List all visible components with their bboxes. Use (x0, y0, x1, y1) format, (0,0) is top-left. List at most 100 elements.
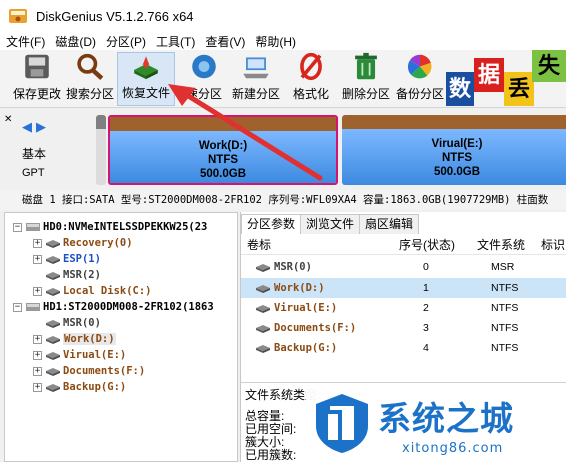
partition-icon (46, 368, 60, 376)
close-icon[interactable]: ✕ (4, 114, 12, 125)
promo-banner[interactable]: 数 据 丢 失 (446, 50, 566, 108)
expand-icon[interactable]: + (33, 286, 42, 296)
expand-icon[interactable]: + (33, 350, 42, 360)
partition-icon (46, 256, 60, 264)
promo-tile: 数 (446, 72, 474, 106)
tree-partition-node[interactable]: + Backup(G:) (33, 379, 126, 395)
table-row[interactable]: Documents(F:) 3 NTFS (241, 318, 566, 338)
menu-item[interactable]: 查看(V) (200, 33, 250, 50)
expand-icon[interactable]: + (33, 254, 42, 264)
save-changes-button[interactable]: 保存更改 (8, 52, 66, 106)
table-row[interactable]: Backup(G:) 4 NTFS (241, 338, 566, 358)
tree-node-label: HD0:NVMeINTELSSDPEKKW25(23 (43, 221, 208, 233)
partition-icon (46, 384, 60, 392)
delete-partition-button[interactable]: 删除分区 (337, 52, 395, 106)
partition-fs-cell: NTFS (491, 282, 519, 294)
collapse-icon[interactable]: − (13, 302, 22, 312)
partition-icon (46, 336, 60, 344)
used-clusters-label: 已用簇数: (245, 448, 297, 462)
table-row[interactable]: MSR(0) 0 MSR (241, 257, 566, 277)
hard-disk-icon (26, 303, 40, 311)
tree-partition-node[interactable]: + Work(D:) (33, 331, 116, 347)
disk-style-label: GPT (22, 167, 45, 179)
partition-block-virual[interactable]: Virual(E:) NTFS 500.0GB (342, 115, 566, 185)
tree-partition-node[interactable]: + Virual(E:) (33, 347, 126, 363)
column-header[interactable]: 文件系统 (477, 235, 525, 255)
expand-icon[interactable]: + (33, 366, 42, 376)
search-partition-button[interactable]: 搜索分区 (61, 52, 119, 106)
backup-partition-button[interactable]: 备份分区 (391, 52, 449, 106)
title-bar: DiskGenius V5.1.2.766 x64 (0, 0, 566, 32)
partition-fs-cell: NTFS (491, 342, 519, 354)
tab[interactable]: 分区参数 (241, 214, 302, 234)
partition-index-cell: 3 (423, 322, 429, 334)
disk-info: 磁盘 1 接口:SATA 型号:ST2000DM008-2FR102 序列号:W… (0, 190, 566, 210)
tree-partition-node[interactable]: + Local Disk(C:) (33, 283, 152, 299)
menu-item[interactable]: 磁盘(D) (50, 33, 101, 50)
partition-icon (46, 288, 60, 296)
tree-node-label: Local Disk(C:) (63, 285, 152, 297)
tree-disk-node[interactable]: − HD0:NVMeINTELSSDPEKKW25(23 (13, 219, 207, 235)
tree-partition-node[interactable]: +MSR(0) (33, 315, 101, 331)
partition-icon (46, 352, 60, 360)
promo-tile: 据 (474, 58, 504, 92)
watermark-url: xitong86.com (402, 441, 504, 456)
partition-label: Documents(F:) (274, 322, 357, 334)
partition-label: Work(D:) (274, 282, 325, 294)
backup-partition-icon (407, 54, 432, 79)
partition-block-msr[interactable] (96, 115, 106, 185)
tree-partition-node[interactable]: +MSR(2) (33, 267, 101, 283)
search-partition-icon (77, 53, 104, 80)
format-icon (300, 52, 322, 81)
delete-partition-icon (355, 52, 377, 80)
disk-tree: − HD0:NVMeINTELSSDPEKKW25(23 + Recovery(0) +… (4, 212, 238, 462)
partition-icon (46, 272, 60, 280)
disk-nav: ✕ ◀ ▶ 基本 GPT (0, 109, 100, 190)
partition-size: 500.0GB (433, 166, 481, 178)
expand-icon[interactable]: + (33, 382, 42, 392)
column-header[interactable]: 标识 (541, 235, 565, 255)
diskgenius-logo-icon (9, 9, 27, 23)
prev-disk-icon[interactable]: ◀ (22, 119, 32, 135)
menu-item[interactable]: 工具(T) (151, 33, 200, 50)
annotation-arrow-icon (168, 84, 323, 181)
tree-partition-node[interactable]: + Documents(F:) (33, 363, 145, 379)
partition-fs-cell: NTFS (491, 302, 519, 314)
promo-tile: 失 (532, 50, 566, 82)
partition-label: MSR(0) (274, 261, 312, 273)
table-row[interactable]: Work(D:) 1 NTFS (241, 278, 566, 298)
partition-icon (46, 240, 60, 248)
quick-partition-icon (192, 54, 216, 79)
detail-tabs: 分区参数 浏览文件 扇区编辑 (241, 214, 420, 234)
expand-icon[interactable]: + (33, 334, 42, 344)
column-header[interactable]: 卷标 (247, 235, 271, 255)
partition-fs: NTFS (441, 152, 473, 164)
partition-index-cell: 0 (423, 261, 429, 273)
partition-fs-cell: MSR (491, 261, 515, 273)
collapse-icon[interactable]: − (13, 222, 22, 232)
column-header[interactable]: 序号(状态) (399, 235, 455, 255)
hard-disk-icon (26, 223, 40, 231)
menu-item[interactable]: 帮助(H) (250, 33, 301, 50)
watermark-title: 系统之城 (378, 399, 514, 438)
tree-partition-node[interactable]: + Recovery(0) (33, 235, 133, 251)
partition-label-cell: Work(D:) (255, 278, 325, 298)
partition-icon (46, 320, 60, 328)
expand-icon[interactable]: + (33, 238, 42, 248)
partition-index-cell: 1 (423, 282, 429, 294)
tree-node-label: MSR(2) (63, 269, 101, 281)
tree-disk-node[interactable]: − HD1:ST2000DM008-2FR102(1863 (13, 299, 214, 315)
tab[interactable]: 扇区编辑 (359, 214, 420, 234)
partition-icon (256, 284, 270, 293)
menu-item[interactable]: 分区(P) (101, 33, 151, 50)
watermark-logo-icon (316, 394, 368, 453)
tree-node-label: HD1:ST2000DM008-2FR102(1863 (43, 301, 214, 313)
tree-node-label: Documents(F:) (63, 365, 146, 377)
tree-partition-node[interactable]: + ESP(1) (33, 251, 101, 267)
menu-item[interactable]: 文件(F) (4, 33, 50, 50)
next-disk-icon[interactable]: ▶ (36, 119, 46, 135)
tab[interactable]: 浏览文件 (300, 214, 361, 234)
partition-label-cell: Documents(F:) (255, 318, 356, 338)
promo-tile: 丢 (504, 72, 534, 106)
table-row[interactable]: Virual(E:) 2 NTFS (241, 298, 566, 318)
